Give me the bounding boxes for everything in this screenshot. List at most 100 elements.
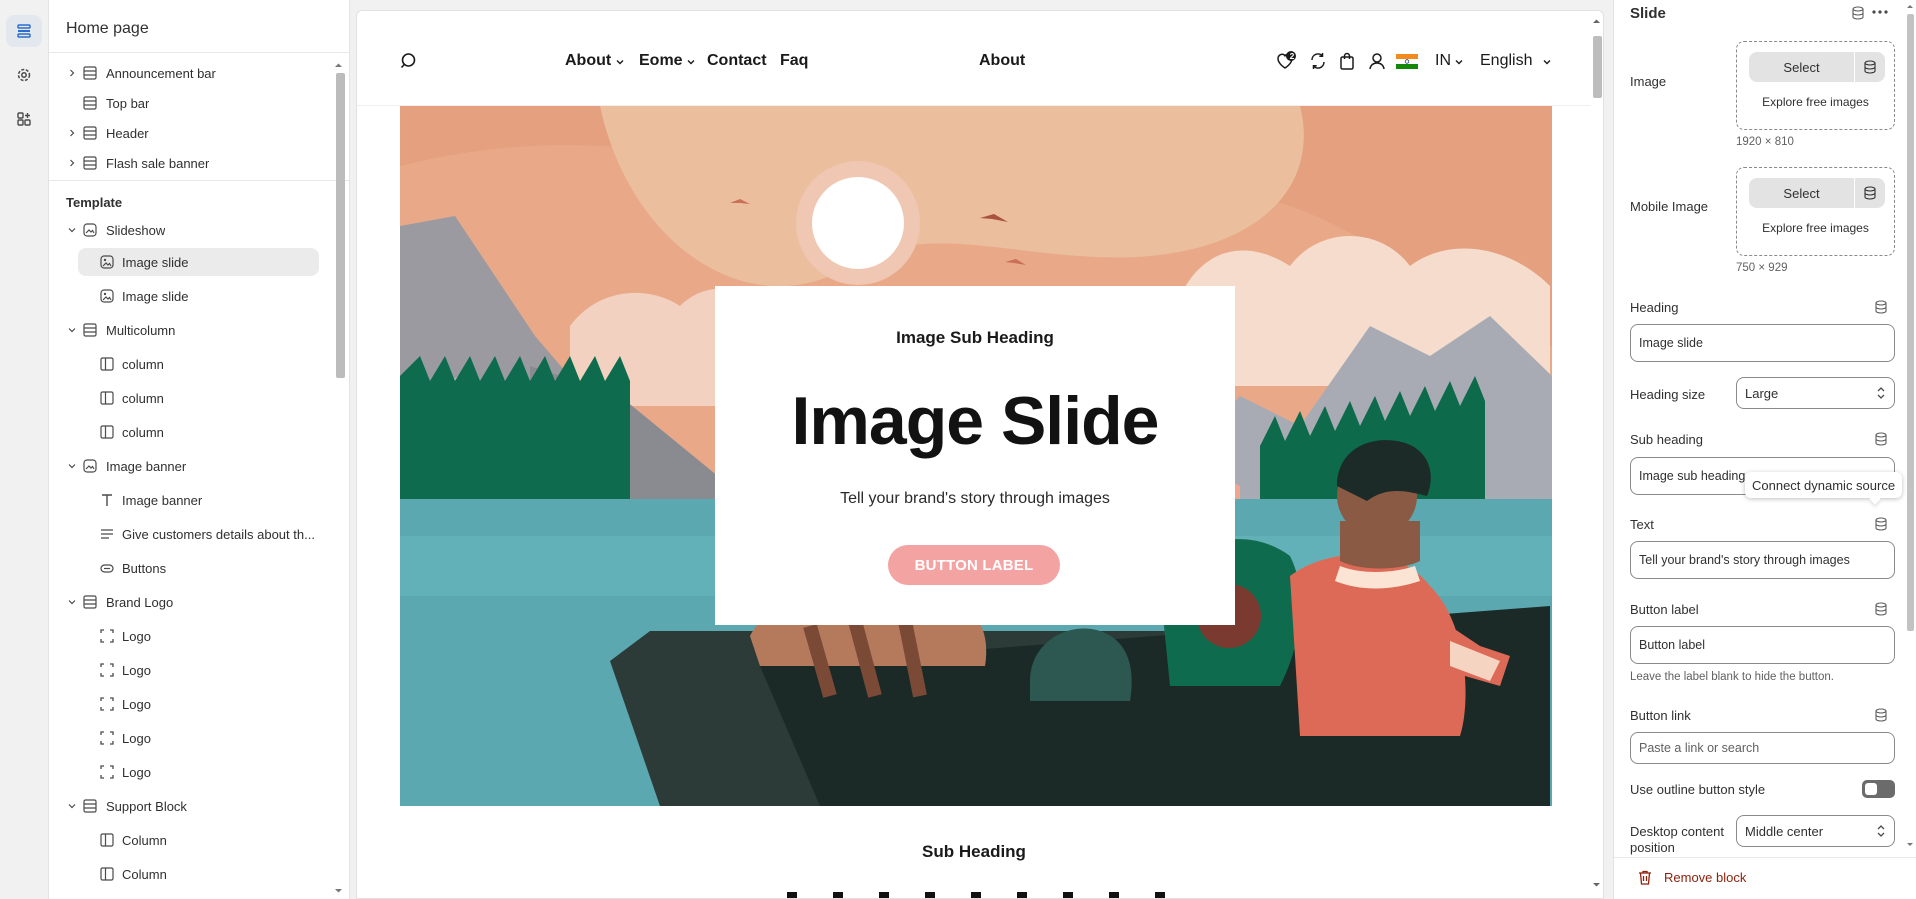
desktop-position-label: Desktop content position bbox=[1630, 824, 1724, 855]
database-icon[interactable] bbox=[1874, 300, 1888, 314]
tree-block-row[interactable]: Image slide bbox=[49, 282, 339, 310]
slideshow-icon bbox=[82, 222, 98, 238]
tree-row-label: Support Block bbox=[106, 798, 187, 814]
section-announcement-bar[interactable]: Announcement bar bbox=[49, 59, 339, 87]
cart-icon[interactable] bbox=[1339, 52, 1355, 73]
logo-icon bbox=[99, 662, 115, 678]
tree-block-row[interactable]: Give customers details about th... bbox=[49, 520, 339, 548]
tree-block-row[interactable]: Logo bbox=[49, 758, 339, 786]
gear-icon[interactable] bbox=[6, 59, 42, 91]
store-header: About Eome Contact Faq About 2 IN Englis… bbox=[357, 11, 1591, 106]
heading-size-select[interactable]: Large bbox=[1736, 377, 1895, 409]
tree-row-label: Image banner bbox=[122, 492, 203, 508]
database-icon[interactable] bbox=[1851, 6, 1865, 20]
explore-free-images-link[interactable]: Explore free images bbox=[1737, 95, 1894, 109]
image-select-button[interactable]: Select bbox=[1749, 52, 1854, 82]
chevron-down-icon[interactable] bbox=[66, 224, 78, 236]
mobile-image-select-button[interactable]: Select bbox=[1749, 178, 1854, 208]
chevron-down-icon[interactable] bbox=[66, 460, 78, 472]
heading-size-label: Heading size bbox=[1630, 387, 1706, 402]
remove-block-button[interactable]: Remove block bbox=[1638, 870, 1746, 885]
chevron-right-icon[interactable] bbox=[66, 157, 78, 169]
heading-input[interactable]: Image slide bbox=[1630, 324, 1895, 362]
chevron-down-icon[interactable] bbox=[66, 596, 78, 608]
hero-content-box: Image Sub Heading Image Slide Tell your … bbox=[715, 286, 1235, 625]
section-header[interactable]: Header bbox=[49, 119, 339, 147]
database-icon[interactable] bbox=[1874, 708, 1888, 722]
tree-block-row[interactable]: Logo bbox=[49, 656, 339, 684]
tree-block-row[interactable]: Image banner bbox=[49, 486, 339, 514]
tree-block-row[interactable]: Image slide bbox=[49, 248, 339, 276]
tree-block-row[interactable]: Column bbox=[49, 826, 339, 854]
nav-contact[interactable]: Contact bbox=[707, 52, 767, 70]
nav-about[interactable]: About bbox=[565, 52, 624, 70]
tree-block-row[interactable]: column bbox=[49, 418, 339, 446]
left-scrollbar[interactable] bbox=[333, 60, 346, 899]
chevron-down-icon[interactable] bbox=[66, 800, 78, 812]
scroll-thumb[interactable] bbox=[336, 73, 345, 378]
canvas-scrollbar[interactable] bbox=[1590, 14, 1604, 894]
desktop-position-select[interactable]: Middle center bbox=[1736, 815, 1895, 847]
database-icon[interactable] bbox=[1855, 178, 1885, 208]
section-top-bar[interactable]: Top bar bbox=[49, 89, 339, 117]
database-icon[interactable] bbox=[1874, 602, 1888, 616]
section-flash-sale-banner[interactable]: Flash sale banner bbox=[49, 149, 339, 177]
button-link-input[interactable]: Paste a link or search bbox=[1630, 732, 1895, 764]
settings-scrollbar[interactable] bbox=[1904, 0, 1916, 857]
slide-icon bbox=[99, 254, 115, 270]
outline-style-toggle[interactable] bbox=[1862, 780, 1895, 798]
tree-section-row[interactable]: Multicolumn bbox=[49, 316, 339, 344]
chevron-right-icon[interactable] bbox=[66, 67, 78, 79]
mobile-image-picker[interactable]: Select Explore free images bbox=[1736, 167, 1895, 256]
tree-section-row[interactable]: Brand Logo bbox=[49, 588, 339, 616]
database-icon[interactable] bbox=[1874, 517, 1888, 531]
apps-icon[interactable] bbox=[6, 103, 42, 135]
wishlist-icon[interactable]: 2 bbox=[1276, 51, 1298, 74]
nav-faq[interactable]: Faq bbox=[780, 52, 808, 70]
hero-button[interactable]: BUTTON LABEL bbox=[888, 545, 1060, 585]
divider bbox=[49, 180, 349, 181]
column-icon bbox=[99, 866, 115, 882]
scroll-up-icon[interactable] bbox=[334, 62, 343, 68]
database-icon[interactable] bbox=[1874, 432, 1888, 446]
country-selector[interactable]: IN bbox=[1435, 52, 1463, 70]
tree-block-row[interactable]: Column bbox=[49, 860, 339, 888]
nav-eome[interactable]: Eome bbox=[639, 52, 695, 70]
account-icon[interactable] bbox=[1368, 52, 1386, 73]
slideshow-hero[interactable]: Image Sub Heading Image Slide Tell your … bbox=[400, 106, 1552, 806]
tree-block-row[interactable]: Logo bbox=[49, 622, 339, 650]
button-label-input[interactable]: Button label bbox=[1630, 626, 1895, 664]
india-flag-icon[interactable] bbox=[1396, 54, 1418, 72]
more-icon[interactable] bbox=[1872, 10, 1888, 14]
chevron-down-icon bbox=[1543, 60, 1551, 65]
tree-block-row[interactable]: column bbox=[49, 384, 339, 412]
tree-block-row[interactable]: Logo bbox=[49, 690, 339, 718]
explore-free-images-link[interactable]: Explore free images bbox=[1737, 221, 1894, 235]
scroll-thumb[interactable] bbox=[1907, 14, 1914, 631]
tree-block-row[interactable]: column bbox=[49, 350, 339, 378]
scroll-up-icon[interactable] bbox=[1592, 18, 1601, 24]
tree-block-row[interactable]: Buttons bbox=[49, 554, 339, 582]
sections-icon[interactable] bbox=[6, 15, 42, 47]
chevron-right-icon[interactable] bbox=[66, 127, 78, 139]
scroll-up-icon[interactable] bbox=[1906, 4, 1914, 9]
scroll-down-icon[interactable] bbox=[1592, 882, 1601, 888]
image-picker[interactable]: Select Explore free images bbox=[1736, 41, 1895, 130]
scroll-thumb[interactable] bbox=[1593, 36, 1602, 98]
chevron-down-icon[interactable] bbox=[66, 324, 78, 336]
search-icon[interactable] bbox=[400, 52, 418, 73]
scroll-down-icon[interactable] bbox=[1906, 842, 1914, 847]
tree-section-row[interactable]: Slideshow bbox=[49, 216, 339, 244]
tree-section-row[interactable]: Support Block bbox=[49, 792, 339, 820]
mobile-image-dimensions: 750 × 929 bbox=[1736, 262, 1788, 274]
column-icon bbox=[99, 390, 115, 406]
center-link-about[interactable]: About bbox=[979, 52, 1025, 70]
scroll-down-icon[interactable] bbox=[334, 888, 343, 894]
chevron-down-icon bbox=[616, 60, 624, 65]
compare-icon[interactable] bbox=[1309, 52, 1327, 73]
tree-section-row[interactable]: Image banner bbox=[49, 452, 339, 480]
text-input[interactable]: Tell your brand's story through images bbox=[1630, 541, 1895, 579]
language-selector[interactable]: English bbox=[1480, 52, 1551, 70]
database-icon[interactable] bbox=[1855, 52, 1885, 82]
tree-block-row[interactable]: Logo bbox=[49, 724, 339, 752]
